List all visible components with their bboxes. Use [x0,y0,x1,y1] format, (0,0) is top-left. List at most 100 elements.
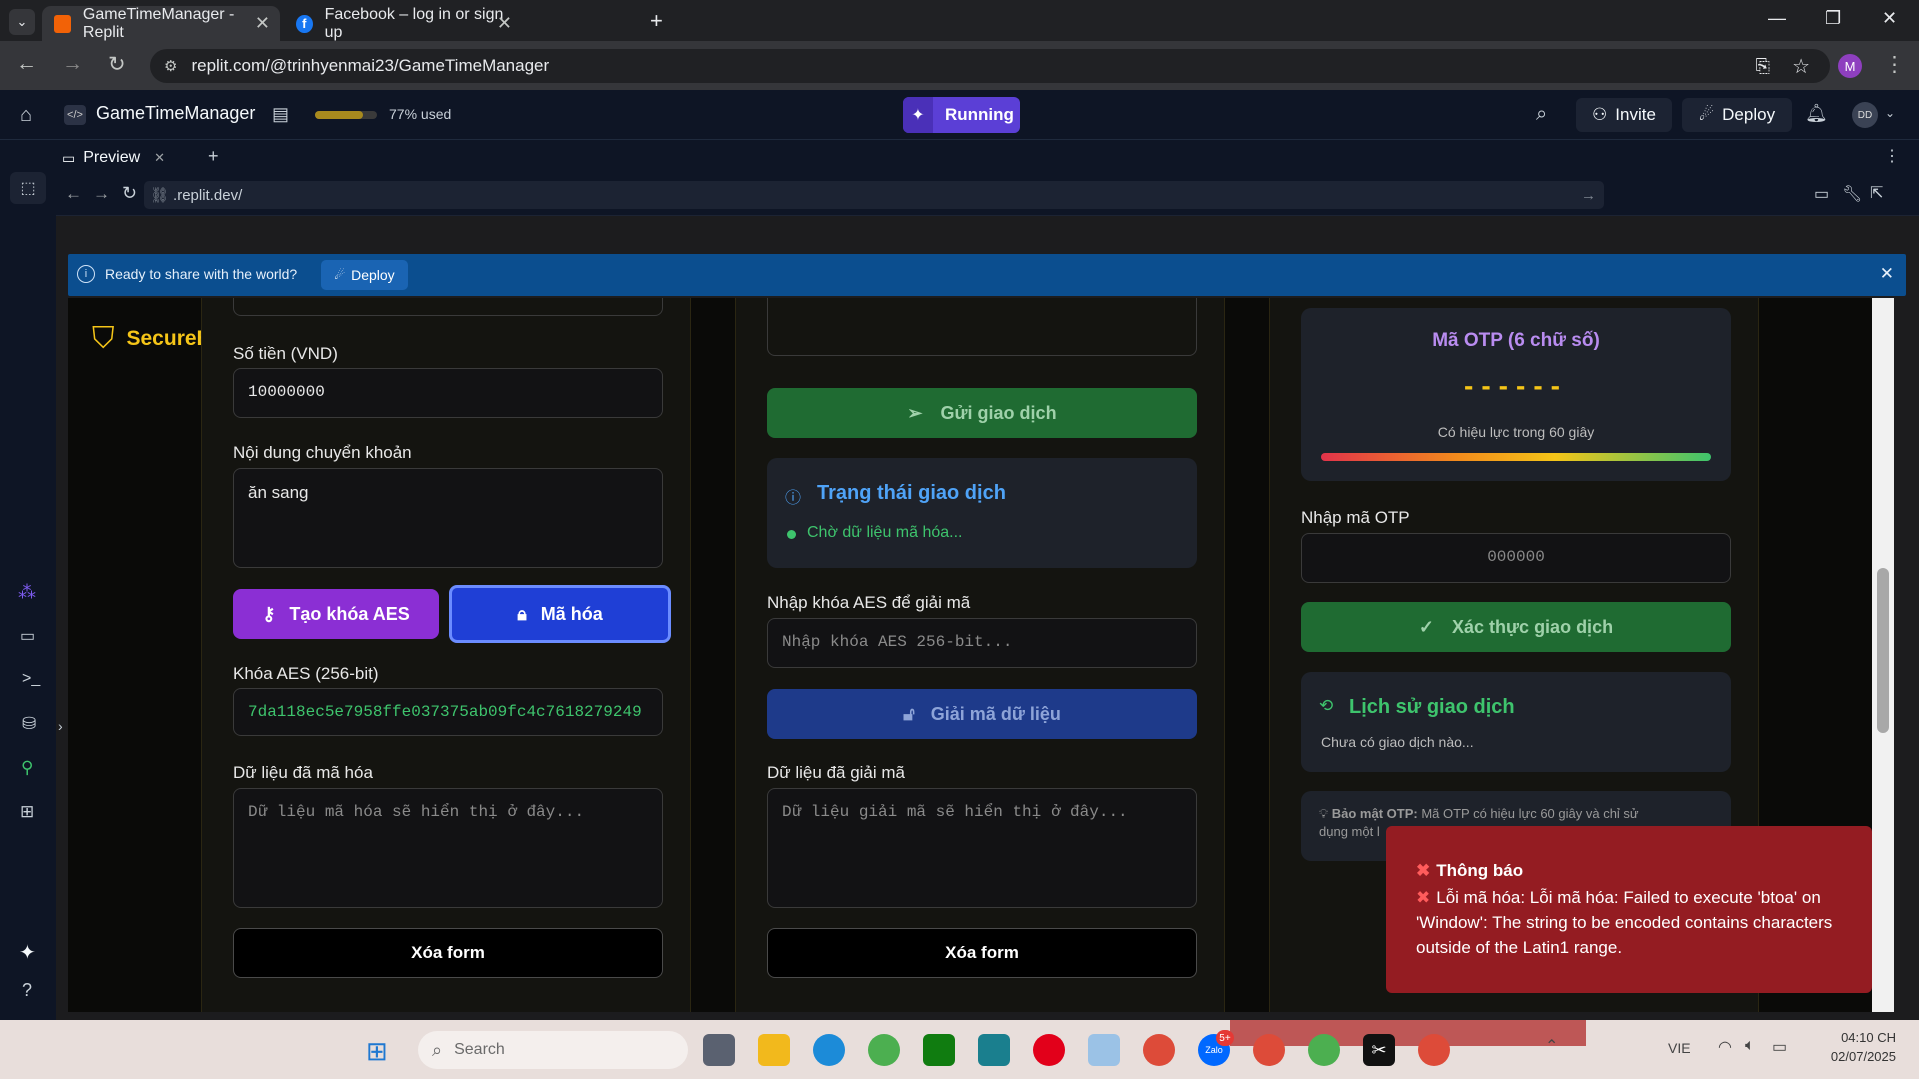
tab-replit[interactable]: GameTimeManager - Replit ✕ [42,6,280,41]
profile-avatar[interactable]: M [1838,54,1862,78]
encrypted-data-textarea[interactable]: Dữ liệu mã hóa sẽ hiển thị ở đây... [233,788,663,908]
encrypt-column: Số tiền (VND) 10000000 Nội dung chuyển k… [201,298,691,1012]
lightbulb-icon: 💡︎ [1319,806,1329,821]
expand-chevron-icon[interactable]: › [58,718,63,734]
deploy-button[interactable]: ☄ Deploy [1682,98,1792,132]
replit-header: ⌂ </> GameTimeManager ▤ 77% used ✦ Runni… [0,90,1919,140]
address-bar[interactable]: ⚙ replit.com/@trinhyenmai23/GameTimeMana… [150,49,1830,83]
agent-icon[interactable]: ⁂ [18,582,36,603]
restore-icon[interactable]: ❐ [1825,8,1841,29]
search-icon[interactable]: ⌕ [1536,103,1547,126]
generate-aes-key-button[interactable]: ⚷ Tạo khóa AES [233,589,439,639]
invite-button[interactable]: ⚇ Invite [1576,98,1672,132]
encrypt-label: Mã hóa [540,603,603,624]
devtools-wrench-icon[interactable]: 🔧︎ [1842,184,1862,204]
clock-date[interactable]: 02/07/2025 [1816,1049,1896,1064]
deploy-banner: i Ready to share with the world? ☄ Deploy… [68,254,1906,296]
forward-icon[interactable]: → [62,52,83,76]
chrome-menu-icon[interactable]: ⋮ [1884,52,1905,77]
wifi-icon[interactable]: ◠ [1718,1037,1732,1057]
battery-icon[interactable]: ▭ [1772,1037,1787,1057]
edge-icon[interactable] [813,1034,845,1066]
help-icon[interactable]: ? [22,980,32,1001]
preview-forward-icon[interactable]: → [93,184,110,204]
open-new-tab-icon[interactable]: ⇱ [1870,183,1883,203]
notifications-bell-icon[interactable]: 🔔︎ [1805,103,1828,124]
tray-chevron-icon[interactable]: ⌃ [1545,1036,1558,1056]
file-explorer-icon[interactable] [758,1034,790,1066]
xbox-icon[interactable] [923,1034,955,1066]
otp-validity-text: Có hiệu lực trong 60 giây [1437,424,1595,440]
preview-back-icon[interactable]: ← [65,184,82,204]
volume-icon[interactable]: 🔈︎ [1745,1037,1755,1055]
deployments-icon[interactable]: ⚲ [21,758,33,778]
back-icon[interactable]: ← [16,52,37,76]
database-icon[interactable]: ⛁ [22,714,36,734]
go-arrow-icon[interactable]: → [1581,187,1596,204]
tab-preview[interactable]: ▭ Preview ✕ [62,144,165,172]
chrome-icon[interactable] [1418,1034,1450,1066]
tab-facebook[interactable]: f Facebook – log in or sign up ✕ [284,6,522,41]
close-window-icon[interactable]: ✕ [1882,8,1897,29]
chrome-icon[interactable] [1253,1034,1285,1066]
new-tab-icon[interactable]: + [650,8,663,34]
preview-icon[interactable]: ▭ [20,626,35,646]
project-name[interactable]: GameTimeManager [96,103,255,124]
clear-form-button[interactable]: Xóa form [233,928,663,978]
opera-icon[interactable] [1033,1034,1065,1066]
home-icon[interactable]: ⌂ [20,104,32,127]
app-icon[interactable] [868,1034,900,1066]
site-info-icon[interactable]: ⚙ [164,57,177,75]
app-icon[interactable] [978,1034,1010,1066]
close-banner-icon[interactable]: ✕ [1880,264,1894,284]
otp-input[interactable]: 000000 [1301,533,1731,583]
close-tab-icon[interactable]: ✕ [497,13,512,34]
task-view-icon[interactable] [703,1034,735,1066]
preview-url-input[interactable]: ⛓ .replit.dev/ → [144,181,1604,209]
aes-key-input[interactable]: 7da118ec5e7958ffe037375ab09fc4c761827924… [233,688,663,736]
chrome-icon[interactable] [1143,1034,1175,1066]
user-avatar[interactable]: DD [1852,102,1878,128]
repl-info-icon[interactable]: ▤ [272,104,289,125]
close-tab-icon[interactable]: ✕ [255,13,270,34]
close-icon[interactable]: ✕ [154,150,165,166]
amount-input[interactable]: 10000000 [233,368,663,418]
decrypt-button[interactable]: 🔓︎ Giải mã dữ liệu [767,689,1197,739]
toggle-panel-icon[interactable]: ⬚ [10,172,46,204]
send-transaction-button[interactable]: ➢ Gửi giao dịch [767,388,1197,438]
ai-sparkle-icon[interactable]: ✦ [19,940,36,965]
minimize-icon[interactable]: — [1768,8,1786,29]
taskbar-search[interactable]: ⌕ Search [418,1031,688,1069]
chevron-down-icon[interactable]: ⌄ [1885,106,1895,120]
verify-transaction-button[interactable]: ✓ Xác thực giao dịch [1301,602,1731,652]
scrollbar-thumb[interactable] [1877,568,1889,733]
status-dot [787,530,796,539]
add-tab-icon[interactable]: + [208,146,219,167]
banner-text: Ready to share with the world? [105,266,298,282]
all-tools-icon[interactable]: ⊞ [20,802,34,822]
device-preview-icon[interactable]: ▭ [1814,184,1829,204]
banner-deploy-button[interactable]: ☄ Deploy [321,260,408,290]
scrollbar[interactable] [1872,298,1894,1012]
preview-url-text: .replit.dev/ [173,186,243,204]
decrypt-key-input[interactable]: Nhập khóa AES 256-bit... [767,618,1197,668]
app-icon[interactable] [1088,1034,1120,1066]
install-app-icon[interactable]: ⎘ [1756,56,1770,77]
language-indicator[interactable]: VIE [1668,1040,1691,1056]
run-button[interactable]: ✦ Running [903,97,1020,133]
encrypt-button[interactable]: 🔒︎ Mã hóa [449,585,671,643]
clear-form-button[interactable]: Xóa form [767,928,1197,978]
clock-time[interactable]: 04:10 CH [1826,1030,1896,1045]
windows-start-icon[interactable]: ⊞ [366,1036,388,1067]
reload-icon[interactable]: ↻ [108,52,126,77]
capcut-icon[interactable]: ✂ [1363,1034,1395,1066]
shell-icon[interactable]: >_ [22,670,40,688]
app-icon[interactable] [1308,1034,1340,1066]
pane-menu-icon[interactable]: ⋮ [1884,146,1900,166]
memo-textarea[interactable]: ăn sang [233,468,663,568]
decrypted-data-textarea[interactable]: Dữ liệu giải mã sẽ hiển thị ở đây... [767,788,1197,908]
windows-taskbar: ⊞ ⌕ Search Zalo 5+ ✂ ⌃ VIE ◠ 🔈︎ ▭ 04:10 C… [0,1020,1919,1079]
preview-reload-icon[interactable]: ↻ [122,183,137,204]
bookmark-star-icon[interactable]: ☆ [1792,54,1810,79]
tab-search-button[interactable]: ⌄ [9,9,35,35]
